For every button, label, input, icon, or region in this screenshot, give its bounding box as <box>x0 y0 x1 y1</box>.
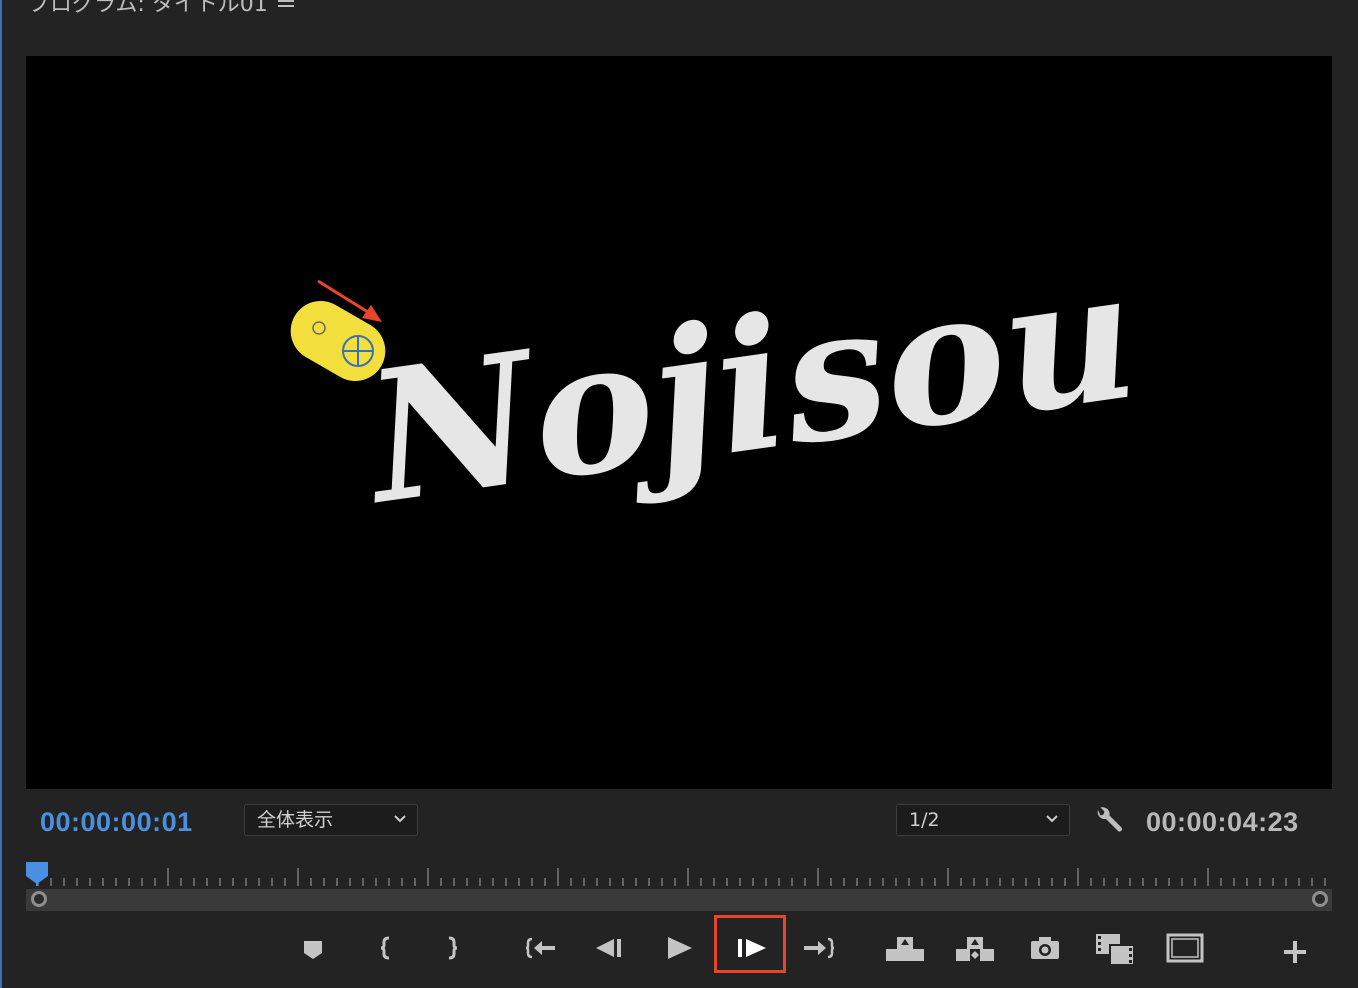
playhead[interactable] <box>26 862 48 886</box>
playback-resolution-select[interactable]: 1/2 <box>896 804 1070 836</box>
comparison-view-icon <box>1096 934 1135 966</box>
mark-in-button[interactable] <box>364 925 410 971</box>
lift-button[interactable] <box>882 925 928 971</box>
camera-icon <box>1031 937 1059 959</box>
panel-menu-icon[interactable] <box>278 0 294 8</box>
play-icon <box>668 937 692 959</box>
go-to-out-icon <box>804 937 835 959</box>
step-back-button[interactable] <box>588 925 634 971</box>
settings-wrench-icon[interactable] <box>1092 806 1124 838</box>
add-marker-icon <box>304 941 322 959</box>
mark-in-icon <box>380 936 390 960</box>
safe-margins-icon <box>1166 933 1204 963</box>
step-forward-highlight-box <box>714 915 786 973</box>
zoom-level-select[interactable]: 全体表示 <box>244 804 418 836</box>
panel-title[interactable]: プログラム: タイトル01 <box>28 0 268 18</box>
step-back-icon <box>596 939 621 957</box>
chevron-down-icon <box>1046 815 1058 823</box>
extract-button[interactable] <box>952 925 998 971</box>
mark-out-icon <box>448 936 458 960</box>
title-script-text: Nojisou <box>351 228 1148 545</box>
program-monitor-viewer[interactable]: Nojisou <box>26 56 1332 789</box>
zoom-scroll-right-handle[interactable] <box>1312 891 1328 907</box>
add-marker-button[interactable] <box>290 925 336 971</box>
current-timecode[interactable]: 00:00:00:01 <box>40 807 193 838</box>
zoom-scroll-left-handle[interactable] <box>31 891 47 907</box>
play-button[interactable] <box>656 925 702 971</box>
zoom-level-value: 全体表示 <box>257 809 334 831</box>
mark-out-button[interactable] <box>428 925 474 971</box>
panel-focus-border <box>0 0 2 988</box>
duration-timecode: 00:00:04:23 <box>1146 807 1299 837</box>
extract-icon <box>956 937 994 961</box>
zoom-scroll-bar[interactable] <box>26 889 1332 911</box>
time-ruler[interactable] <box>26 862 1332 890</box>
plus-icon <box>1284 941 1306 963</box>
export-frame-button[interactable] <box>1022 925 1068 971</box>
lift-icon <box>886 937 924 961</box>
go-to-in-icon <box>525 937 555 959</box>
go-to-in-button[interactable] <box>518 925 564 971</box>
safe-margins-button[interactable] <box>1162 925 1208 971</box>
comparison-view-button[interactable] <box>1092 925 1138 971</box>
button-editor-add-button[interactable] <box>1272 925 1318 971</box>
chevron-down-icon <box>394 815 406 823</box>
playback-resolution-value: 1/2 <box>909 809 940 831</box>
go-to-out-button[interactable] <box>796 925 842 971</box>
